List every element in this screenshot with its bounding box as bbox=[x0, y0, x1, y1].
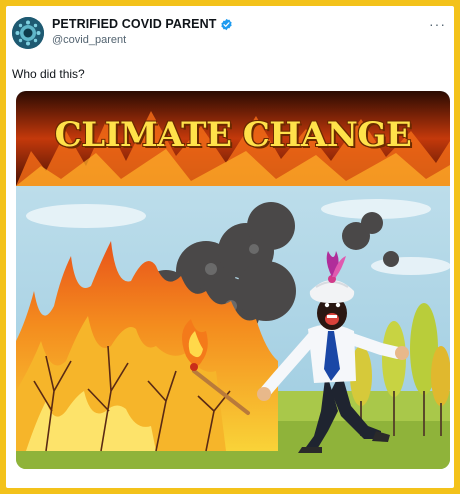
verified-badge-icon bbox=[221, 18, 233, 30]
tweet-header: PETRIFIED COVID PARENT @covid_parent ··· bbox=[6, 6, 454, 62]
avatar-image bbox=[12, 17, 44, 49]
media-headline: CLIMATE CHANGE bbox=[54, 115, 412, 155]
author-line: PETRIFIED COVID PARENT bbox=[52, 17, 233, 31]
tweet-media[interactable]: CLIMATE CHANGE bbox=[16, 91, 450, 469]
ellipsis-icon[interactable]: ··· bbox=[429, 16, 446, 32]
avatar[interactable] bbox=[12, 17, 44, 49]
author-handle[interactable]: @covid_parent bbox=[52, 34, 126, 46]
author-name[interactable]: PETRIFIED COVID PARENT bbox=[52, 17, 216, 31]
tweet-text: Who did this? bbox=[12, 67, 85, 81]
tweet-card: PETRIFIED COVID PARENT @covid_parent ···… bbox=[6, 6, 454, 488]
